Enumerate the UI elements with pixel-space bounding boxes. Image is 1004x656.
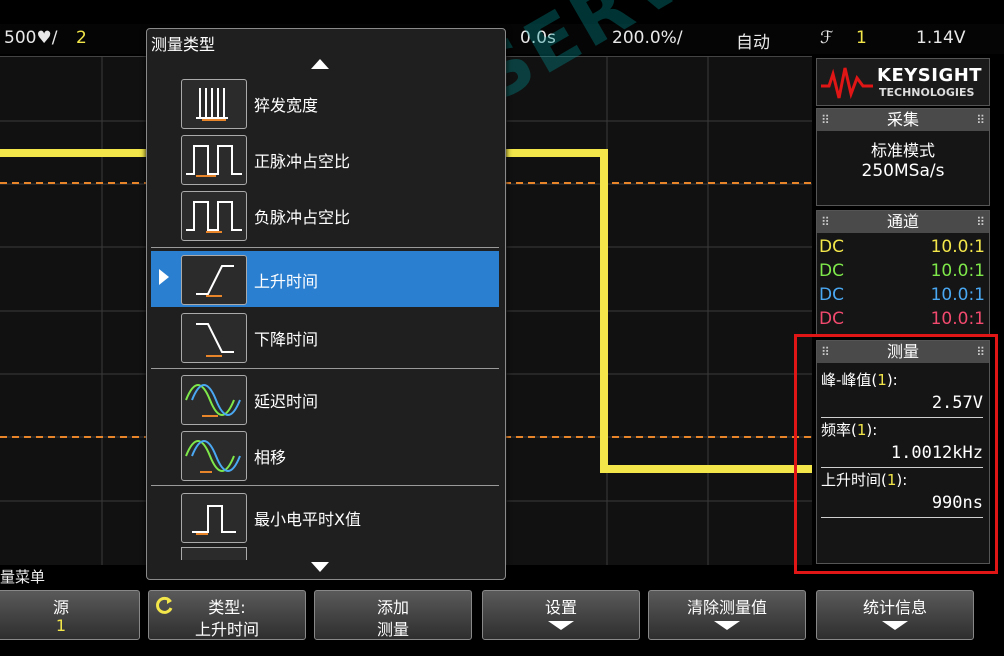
drag-handle-icon: ⠿ [821,113,830,127]
menu-item-label: 猝发宽度 [254,96,319,115]
drag-handle-icon: ⠿ [976,113,985,127]
acquire-title: 采集 [886,110,919,129]
measure-item-rise-time[interactable]: 上升时间 [151,251,499,307]
menu-item-label: 下降时间 [254,330,319,349]
submenu-arrow-icon [714,621,740,630]
softkey-settings[interactable]: 设置 [482,590,640,640]
softkey-add-measurement[interactable]: 添加 测量 [314,590,472,640]
volts-div-readout: 500♥/ [4,28,58,48]
channel-row-3: DC 10.0:1 [819,285,985,305]
submenu-arrow-icon [548,621,574,630]
channels-title: 通道 [886,212,919,231]
highlight-box [794,334,998,574]
measure-item-x-at-min[interactable]: 最小电平时X值 [151,489,499,545]
menu-item-label: 相移 [254,448,287,467]
brand-sub: TECHNOLOGIES [879,86,975,99]
burst-width-icon [181,79,247,129]
keysight-logo: KEYSIGHT TECHNOLOGIES [816,58,990,106]
softkey-source[interactable]: 源 1 [0,590,140,640]
sample-rate: 250MSa/s [861,161,945,181]
keysight-wave-icon [821,67,873,100]
channel-row-2: DC 10.0:1 [819,261,985,281]
x-at-min-icon [181,493,247,543]
menu-separator [151,485,499,486]
next-item-partial [181,547,247,560]
fall-time-icon [181,313,247,363]
dropdown-title: 测量类型 [151,35,216,54]
menu-item-label: 上升时间 [254,272,319,291]
trigger-mode: 自动 [736,33,770,53]
menu-item-label: 负脉冲占空比 [254,208,351,227]
measure-item-fall-time[interactable]: 下降时间 [151,309,499,365]
negative-duty-cycle-icon [181,191,247,241]
measure-item-positive-duty[interactable]: 正脉冲占空比 [151,131,499,187]
selected-arrow-icon [159,269,169,285]
drag-handle-icon: ⠿ [976,215,985,229]
trigger-channel: 1 [856,28,867,48]
trigger-level: 1.14V [916,28,966,48]
time-offset: 0.0s [520,28,556,48]
menu-separator [151,368,499,369]
scroll-up-icon[interactable] [311,59,329,69]
measure-item-burst-width[interactable]: 猝发宽度 [151,75,499,131]
channel-row-1: DC 10.0:1 [819,237,985,257]
trigger-edge-icon: ℱ [820,28,834,48]
menu-item-label: 最小电平时X值 [254,510,361,529]
channels-box[interactable]: ⠿ 通道 ⠿ DC 10.0:1 DC 10.0:1 DC 10.0:1 DC 10.0… [816,210,990,336]
positive-duty-cycle-icon [181,135,247,185]
channel-number: 2 [76,28,87,48]
rise-time-icon [181,255,247,305]
softkey-type[interactable]: 类型: 上升时间 [148,590,306,640]
menu-separator [151,247,499,248]
scroll-down-icon[interactable] [311,562,329,572]
menu-label: 量菜单 [0,568,46,586]
brand-name: KEYSIGHT [877,65,983,86]
submenu-arrow-icon [882,621,908,630]
menu-item-label: 正脉冲占空比 [254,152,351,171]
acquire-mode: 标准模式 [870,141,935,160]
acquire-box[interactable]: ⠿ 采集 ⠿ 标准模式 250MSa/s [816,108,990,206]
softkey-statistics[interactable]: 统计信息 [816,590,974,640]
measure-item-negative-duty[interactable]: 负脉冲占空比 [151,187,499,243]
time-div: 200.0%/ [612,28,683,48]
drag-handle-icon: ⠿ [821,215,830,229]
menu-item-label: 延迟时间 [254,392,319,411]
softkey-clear-measurements[interactable]: 清除测量值 [648,590,806,640]
measurement-type-dropdown[interactable]: 测量类型 猝发宽度 正脉冲占空比 负脉冲占空比 上升时间 下降时间 延迟时间 相… [146,28,506,580]
channel-row-4: DC 10.0:1 [819,309,985,329]
measure-item-phase[interactable]: 相移 [151,427,499,483]
oscilloscope-screen: 500♥/ 2 0.0s 200.0%/ 自动 ℱ 1 1.14V 测量类型 猝… [0,0,1004,656]
measure-item-delay[interactable]: 延迟时间 [151,371,499,427]
delay-icon [181,375,247,425]
phase-icon [181,431,247,481]
